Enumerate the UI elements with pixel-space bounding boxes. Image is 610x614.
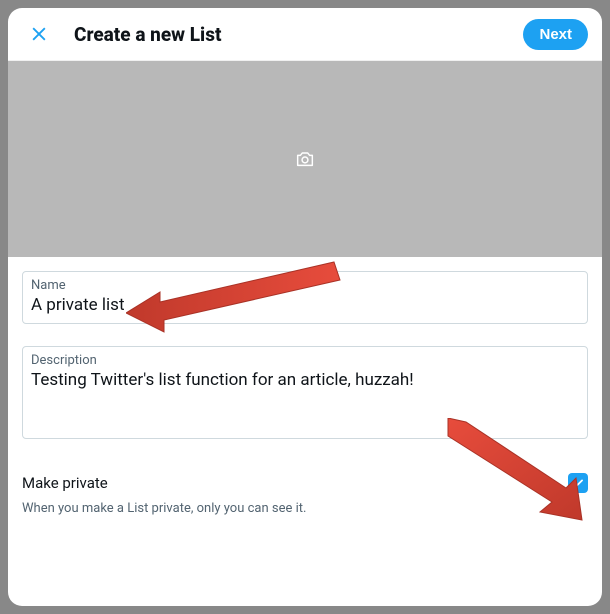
make-private-label: Make private bbox=[22, 474, 108, 492]
description-label: Description bbox=[31, 353, 579, 368]
name-input[interactable] bbox=[31, 295, 579, 315]
form-body: Name Description Make private When you m… bbox=[8, 257, 602, 606]
next-button[interactable]: Next bbox=[523, 19, 588, 50]
close-button[interactable] bbox=[22, 17, 56, 51]
make-private-row: Make private bbox=[22, 461, 588, 495]
close-icon bbox=[29, 24, 49, 44]
name-label: Name bbox=[31, 278, 579, 293]
modal-title: Create a new List bbox=[74, 23, 523, 46]
check-icon bbox=[571, 476, 585, 490]
modal-header: Create a new List Next bbox=[8, 8, 602, 61]
description-input[interactable] bbox=[31, 370, 579, 426]
make-private-checkbox[interactable] bbox=[568, 473, 588, 493]
name-field[interactable]: Name bbox=[22, 271, 588, 324]
create-list-modal: Create a new List Next Name Description … bbox=[8, 8, 602, 606]
camera-icon bbox=[294, 148, 316, 170]
banner-upload-area[interactable] bbox=[8, 61, 602, 257]
description-field[interactable]: Description bbox=[22, 346, 588, 439]
add-banner-button[interactable] bbox=[283, 137, 327, 181]
make-private-help: When you make a List private, only you c… bbox=[22, 501, 588, 516]
